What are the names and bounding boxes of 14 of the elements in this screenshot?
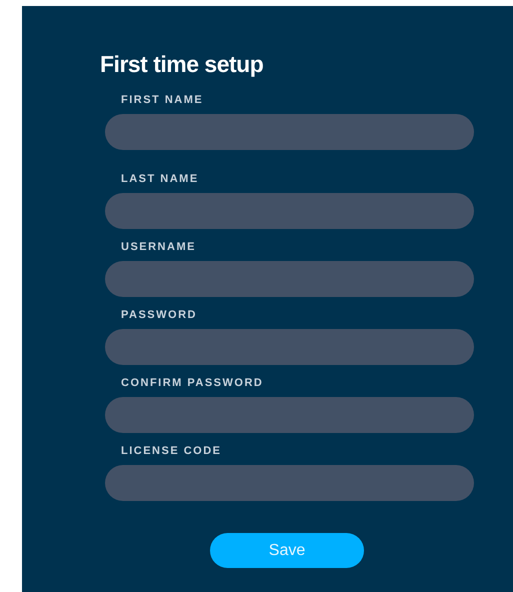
input-field[interactable]: [105, 329, 474, 365]
field-label: LICENSE CODE: [120, 444, 222, 458]
field-label: USERNAME: [120, 240, 196, 254]
field-label: LAST NAME: [120, 172, 199, 186]
input-field[interactable]: [105, 261, 474, 297]
input-field[interactable]: [105, 397, 474, 433]
input-field[interactable]: [105, 193, 474, 229]
input-field[interactable]: [105, 465, 474, 501]
input-field[interactable]: [105, 114, 474, 150]
form-title: First time setup: [100, 50, 264, 78]
field-label: CONFIRM PASSWORD: [120, 376, 264, 390]
field-label: FIRST NAME: [120, 93, 204, 107]
save-button[interactable]: Save: [210, 533, 364, 568]
field-label: PASSWORD: [120, 308, 197, 322]
